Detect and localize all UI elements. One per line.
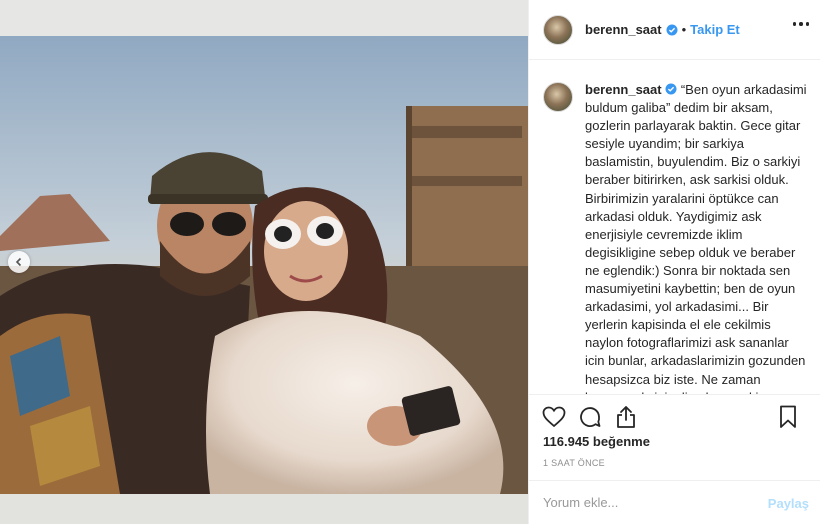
post-comment-button[interactable]: Paylaş (768, 496, 809, 511)
post-timestamp[interactable]: 1 SAAT ÖNCE (543, 458, 605, 468)
caption-text: berenn_saat “Ben oyun arkadasimi buldum … (585, 72, 807, 394)
post-photo[interactable] (0, 36, 528, 494)
bookmark-icon[interactable] (775, 404, 801, 430)
previous-photo-button[interactable] (8, 251, 30, 273)
like-count[interactable]: 116.945 beğenme (543, 434, 650, 449)
separator-dot: • (681, 22, 687, 37)
more-options-icon[interactable] (792, 22, 809, 26)
chevron-left-icon (15, 257, 22, 267)
comment-bar: Paylaş (529, 480, 820, 524)
actions-bar (529, 394, 820, 438)
caption-username[interactable]: berenn_saat (585, 82, 662, 97)
follow-button[interactable]: Takip Et (690, 22, 740, 37)
comment-input[interactable] (543, 495, 753, 510)
post-header: berenn_saat • Takip Et (529, 0, 820, 60)
username-link[interactable]: berenn_saat (585, 22, 662, 37)
verified-badge-icon (666, 24, 678, 36)
caption-body: “Ben oyun arkadasimi buldum galiba” dedi… (585, 82, 807, 394)
heart-icon[interactable] (541, 404, 567, 430)
avatar[interactable] (543, 14, 573, 45)
comment-icon[interactable] (577, 404, 603, 430)
verified-badge-icon (665, 83, 677, 95)
caption-avatar[interactable] (543, 82, 573, 112)
post-sidebar: berenn_saat • Takip Et berenn_saat “Ben … (528, 0, 820, 524)
share-icon[interactable] (613, 404, 639, 430)
post-media (0, 0, 528, 524)
caption-scroll-area[interactable]: berenn_saat “Ben oyun arkadasimi buldum … (529, 72, 820, 394)
polaroid-bottom-edge (0, 494, 528, 524)
caption-row: berenn_saat “Ben oyun arkadasimi buldum … (543, 72, 811, 394)
